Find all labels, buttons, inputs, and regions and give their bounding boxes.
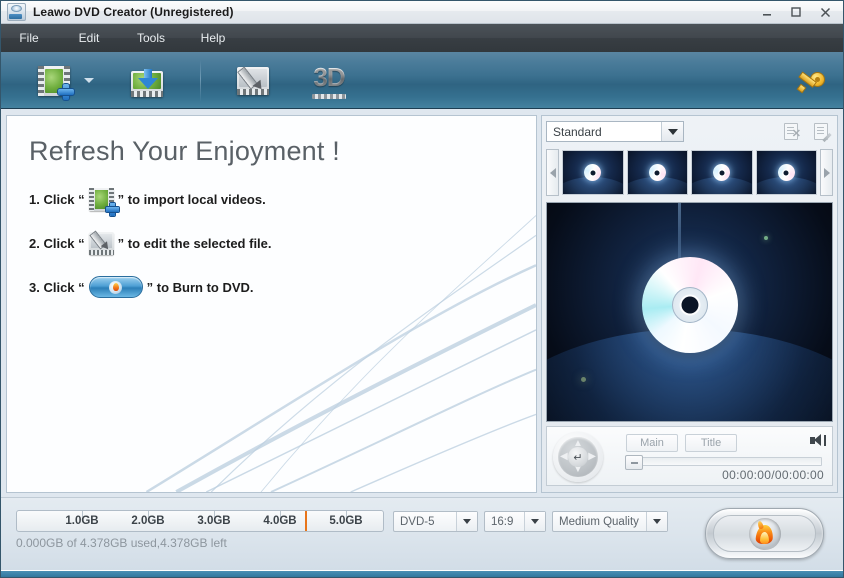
speaker-icon[interactable] (810, 434, 826, 447)
template-thumbnail-strip (546, 147, 833, 198)
step-2-icon-wrap (89, 232, 114, 255)
template-actions: ✕ (784, 123, 831, 140)
quality-value: Medium Quality (559, 516, 639, 528)
preview-disc (642, 257, 738, 353)
menu-bar: File Edit Tools Help (0, 24, 844, 52)
film-plus-icon (38, 66, 70, 96)
step-1-prefix: 1. Click “ (29, 192, 85, 207)
import-video-button[interactable] (123, 52, 171, 109)
capacity-label-4: 4.0GB (263, 515, 296, 527)
burn-button-disc (749, 518, 781, 550)
menu-item-edit[interactable]: Edit (58, 27, 120, 49)
burn-button[interactable] (705, 508, 824, 559)
film-pencil-icon (237, 67, 269, 95)
window-title: Leawo DVD Creator (Unregistered) (33, 5, 234, 19)
main-menu-button[interactable]: Main (626, 434, 678, 452)
aspect-ratio-select[interactable]: 16:9 (484, 511, 546, 532)
menu-item-file[interactable]: File (0, 27, 58, 49)
capacity-limit-marker (305, 511, 307, 531)
playback-time: 00:00:00/00:00:00 (722, 468, 824, 482)
step-3: 3. Click “ ” to Burn to DVD. (29, 276, 340, 298)
menu-item-help[interactable]: Help (182, 27, 244, 49)
footer-strip (0, 570, 844, 578)
close-button[interactable] (812, 2, 838, 22)
dpad-right-icon[interactable]: ▶ (588, 452, 596, 462)
register-button[interactable] (796, 52, 826, 109)
disc-type-select[interactable]: DVD-5 (393, 511, 478, 532)
template-thumb-1[interactable] (562, 150, 624, 195)
capacity-label-1: 1.0GB (65, 515, 98, 527)
playback-slider-knob[interactable] (625, 455, 643, 470)
template-edit-icon[interactable] (814, 123, 831, 140)
step-3-icon-wrap (89, 276, 143, 298)
title-menu-button[interactable]: Title (685, 434, 737, 452)
step-2: 2. Click “ ” to edit the selected file. (29, 232, 340, 255)
quality-select[interactable]: Medium Quality (552, 511, 668, 532)
step-2-prefix: 2. Click “ (29, 236, 85, 251)
add-video-button[interactable] (30, 52, 78, 109)
template-thumb-2[interactable] (627, 150, 689, 195)
application-window: Leawo DVD Creator (Unregistered) File Ed… (0, 0, 844, 578)
step-1: 1. Click “ ” to import local videos. (29, 188, 340, 211)
disc-type-chevron-down-icon[interactable] (456, 512, 477, 531)
preview-disc-scene[interactable] (546, 202, 833, 422)
title-bar: Leawo DVD Creator (Unregistered) (0, 0, 844, 24)
dvd-drive-icon (7, 3, 26, 21)
chevron-left-icon[interactable] (546, 149, 559, 196)
3d-film-base (312, 94, 346, 99)
burn-pill-icon (89, 276, 143, 298)
quality-chevron-down-icon[interactable] (646, 512, 667, 531)
capacity-label-5: 5.0GB (329, 515, 362, 527)
three-d-button[interactable]: 3D (305, 52, 353, 109)
minimize-button[interactable] (754, 2, 780, 22)
dpad-enter-button[interactable]: ↵ (568, 447, 588, 467)
flame-icon (756, 523, 773, 544)
add-video-dropdown-caret-down-icon[interactable] (84, 78, 94, 83)
welcome-content: Refresh Your Enjoyment ! 1. Click “ ” to… (29, 136, 340, 298)
dpad-navigation[interactable]: ▲ ▼ ◀ ▶ ↵ (553, 432, 603, 482)
aspect-ratio-chevron-down-icon[interactable] (524, 512, 545, 531)
preview-spark-1 (764, 236, 768, 240)
step-1-suffix: ” to import local videos. (118, 192, 266, 207)
chevron-down-icon[interactable] (661, 122, 683, 141)
dpad-left-icon[interactable]: ◀ (560, 452, 568, 462)
disc-type-value: DVD-5 (400, 516, 435, 528)
film-plus-icon (89, 188, 114, 211)
disc-capacity-bar[interactable]: 1.0GB 2.0GB 3.0GB 4.0GB 5.0GB (16, 510, 384, 532)
film-pencil-icon (89, 232, 114, 255)
page-title: Refresh Your Enjoyment ! (29, 136, 340, 167)
capacity-status-text: 0.000GB of 4.378GB used,4.378GB left (16, 536, 227, 550)
template-thumb-4[interactable] (756, 150, 818, 195)
template-select-value: Standard (553, 125, 602, 139)
template-delete-icon[interactable]: ✕ (784, 123, 801, 140)
playback-controls: ▲ ▼ ◀ ▶ ↵ Main Title 00:00:00/00:00:00 (546, 426, 833, 486)
template-preview-panel: Standard ✕ (541, 115, 838, 493)
key-icon (798, 71, 824, 91)
maximize-button[interactable] (783, 2, 809, 22)
step-3-suffix: ” to Burn to DVD. (147, 280, 254, 295)
step-3-prefix: 3. Click “ (29, 280, 85, 295)
burn-button-inner (713, 515, 816, 552)
chevron-right-icon[interactable] (820, 149, 833, 196)
playback-progress-slider[interactable] (626, 457, 822, 466)
toolbar-separator (200, 60, 201, 102)
toolbar: 3D (0, 52, 844, 109)
window-controls (754, 0, 838, 24)
welcome-panel: Refresh Your Enjoyment ! 1. Click “ ” to… (6, 115, 537, 493)
aspect-ratio-value: 16:9 (491, 516, 513, 528)
template-selector-row: Standard ✕ (546, 121, 833, 144)
title-bar-left: Leawo DVD Creator (Unregistered) (7, 3, 234, 21)
edit-video-button[interactable] (229, 52, 277, 109)
film-download-icon (131, 71, 163, 97)
3d-icon: 3D (313, 62, 344, 93)
template-select[interactable]: Standard (546, 121, 684, 142)
capacity-label-3: 3.0GB (197, 515, 230, 527)
menu-item-tools[interactable]: Tools (120, 27, 182, 49)
step-1-icon-wrap (89, 188, 114, 211)
step-2-suffix: ” to edit the selected file. (118, 236, 272, 251)
capacity-label-2: 2.0GB (131, 515, 164, 527)
template-thumb-3[interactable] (691, 150, 753, 195)
